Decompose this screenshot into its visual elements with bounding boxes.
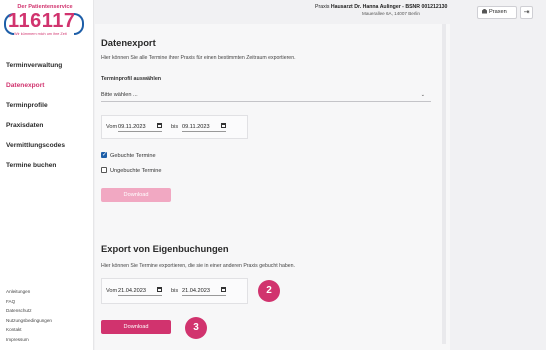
logout-icon: ⇥ (523, 9, 530, 16)
from-label: Vom (106, 124, 118, 130)
step-badge-2: 2 (258, 280, 280, 302)
logo-116117[interactable]: Der Patientenservice 116117 Wir kümmern … (4, 4, 84, 40)
praxen-button-label: Praxen (489, 9, 507, 15)
footer-link-faq[interactable]: FAQ (6, 297, 94, 307)
footer-link-datenschutz[interactable]: Datenschutz (6, 306, 94, 316)
praxen-button[interactable]: Praxen (477, 6, 517, 19)
own-to-date-value: 21.04.2023 (182, 288, 210, 294)
sidebar-item-vermittlungscodes[interactable]: Vermittlungscodes (6, 136, 94, 156)
checkbox-booked-label: Gebuchte Termine (110, 153, 156, 159)
from-date-input[interactable]: 09.11.2023 (118, 123, 162, 132)
sidebar-nav: Terminverwaltung Datenexport Terminprofi… (6, 56, 94, 176)
calendar-icon[interactable] (221, 123, 226, 128)
footer-link-nutzungsbedingungen[interactable]: Nutzungsbedingungen (6, 316, 94, 326)
praxis-label: Praxis (315, 4, 330, 10)
calendar-icon[interactable] (157, 287, 162, 292)
sidebar-item-terminprofile[interactable]: Terminprofile (6, 96, 94, 116)
logout-button[interactable]: ⇥ (520, 6, 533, 19)
checkbox-unchecked-icon[interactable] (101, 167, 107, 173)
calendar-icon[interactable] (221, 287, 226, 292)
own-from-date-input[interactable]: 21.04.2023 (118, 287, 162, 296)
checkbox-unbooked[interactable]: Ungebuchte Termine (101, 167, 162, 174)
calendar-icon[interactable] (157, 123, 162, 128)
scrollbar[interactable] (442, 24, 446, 344)
footer-link-kontakt[interactable]: Kontakt (6, 325, 94, 335)
profile-select-value: Bitte wählen ... (101, 92, 138, 98)
checkbox-checked-icon[interactable] (101, 151, 107, 158)
step-badge-3: 3 (185, 317, 207, 339)
to-date-input[interactable]: 09.11.2023 (182, 123, 226, 132)
from-date-value: 09.11.2023 (118, 124, 146, 130)
own-export-description: Hier können Sie Termine exportieren, die… (101, 263, 295, 269)
own-to-date-input[interactable]: 21.04.2023 (182, 287, 226, 296)
praxis-address: Mauerallee 6A, 14007 Berlin (362, 11, 420, 16)
checkbox-unbooked-label: Ungebuchte Termine (110, 168, 162, 174)
own-export-date-range: Vom 21.04.2023 bis 21.04.2023 (101, 278, 248, 304)
sidebar: Der Patientenservice 116117 Wir kümmern … (0, 0, 94, 350)
page-title: Datenexport (101, 37, 156, 48)
praxis-name: Hausarzt Dr. Hanna Aulinger - BSNR 00121… (330, 4, 448, 10)
praxis-info: Praxis Hausarzt Dr. Hanna Aulinger - BSN… (315, 4, 475, 16)
export-card: Datenexport Hier können Sie alle Termine… (95, 24, 450, 350)
download-button[interactable]: Download (101, 320, 171, 334)
sidebar-item-terminverwaltung[interactable]: Terminverwaltung (6, 56, 94, 76)
top-header: Praxis Hausarzt Dr. Hanna Aulinger - BSN… (95, 0, 546, 24)
footer-link-impressum[interactable]: Impressum (6, 335, 94, 345)
logo-arc-right (74, 13, 84, 35)
own-to-label: bis (171, 288, 179, 294)
to-date-value: 09.11.2023 (182, 124, 210, 130)
footer-link-anleitungen[interactable]: Anleitungen (6, 287, 94, 297)
sidebar-item-datenexport[interactable]: Datenexport (6, 76, 94, 96)
sidebar-item-termine-buchen[interactable]: Termine buchen (6, 156, 94, 176)
sidebar-footer: Anleitungen FAQ Datenschutz Nutzungsbedi… (6, 287, 94, 344)
logo-subline: Wir kümmern mich um ihre Zeit (14, 32, 67, 36)
profile-label: Terminprofil auswählen (101, 76, 162, 82)
own-from-date-value: 21.04.2023 (118, 288, 146, 294)
logo-number: 116117 (8, 10, 76, 32)
main-content: Datenexport Hier können Sie alle Termine… (95, 24, 546, 350)
section-title-own-bookings: Export von Eigenbuchungen (101, 243, 229, 254)
export-date-range: Vom 09.11.2023 bis 09.11.2023 (101, 115, 248, 139)
chevron-down-icon: ⌄ (420, 92, 425, 98)
profile-select[interactable]: Bitte wählen ... ⌄ (101, 90, 431, 102)
checkbox-booked[interactable]: Gebuchte Termine (101, 151, 156, 159)
download-button-disabled[interactable]: Download (101, 188, 171, 202)
export-description: Hier können Sie alle Termine ihrer Praxi… (101, 55, 296, 61)
home-icon (482, 8, 487, 14)
to-label: bis (171, 124, 179, 130)
sidebar-item-praxisdaten[interactable]: Praxisdaten (6, 116, 94, 136)
own-from-label: Vom (106, 288, 118, 294)
